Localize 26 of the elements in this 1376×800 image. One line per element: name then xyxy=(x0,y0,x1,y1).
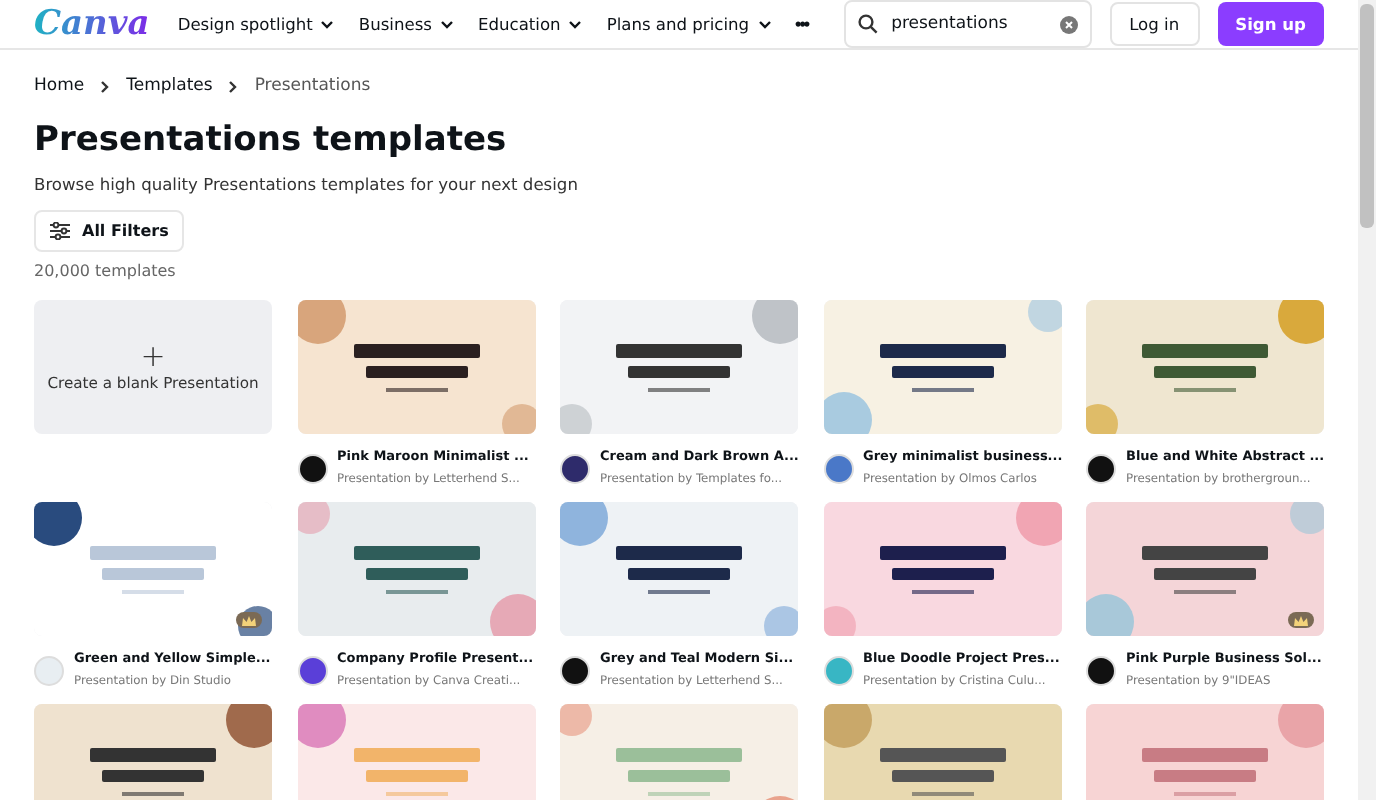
login-button[interactable]: Log in xyxy=(1109,2,1200,46)
breadcrumb-link[interactable]: Templates xyxy=(126,76,213,96)
page-title: Presentations templates xyxy=(34,120,509,160)
breadcrumb-link[interactable]: Presentations xyxy=(254,76,371,96)
search-bar[interactable]: presentations xyxy=(843,0,1092,48)
chevron-down-icon xyxy=(320,19,335,29)
signup-button[interactable]: Sign up xyxy=(1217,2,1324,46)
clear-icon[interactable] xyxy=(1059,15,1078,33)
nav-menu[interactable]: Design spotlight xyxy=(177,14,335,34)
filters-button[interactable]: All Filters xyxy=(34,210,185,252)
chevron-right-icon xyxy=(228,79,239,93)
page-subtitle: Browse high quality Presentations templates for your next design xyxy=(34,174,580,194)
scrollbar[interactable] xyxy=(1358,0,1376,800)
sliders-icon xyxy=(50,222,70,240)
breadcrumb-link[interactable]: Home xyxy=(34,76,85,96)
chevron-down-icon xyxy=(568,19,583,29)
template-count: 20,000 templates xyxy=(34,262,178,280)
nav-menu[interactable]: Education xyxy=(478,14,583,34)
search-field[interactable]: presentations xyxy=(887,12,1050,36)
chevron-right-icon xyxy=(100,79,111,93)
nav-menu[interactable]: Business xyxy=(358,14,454,34)
more-button[interactable]: ••• xyxy=(795,14,808,34)
nav-menu[interactable]: Plans and pricing xyxy=(606,14,772,34)
search-icon xyxy=(857,14,878,34)
chevron-down-icon xyxy=(757,19,772,29)
chevron-down-icon xyxy=(440,19,454,29)
